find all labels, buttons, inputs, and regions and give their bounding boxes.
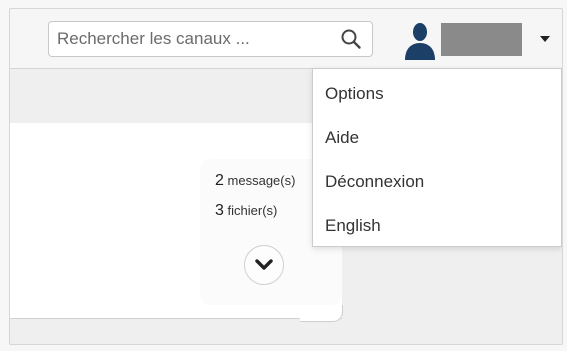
search-icon[interactable] [340,28,362,50]
app-window: 2 message(s) 3 fichier(s) Options Aide D… [9,8,563,345]
menu-item-deconnexion[interactable]: Déconnexion [325,172,424,192]
top-bar [10,9,562,69]
menu-item-aide[interactable]: Aide [325,128,359,148]
messages-count: 2 message(s) [215,172,295,190]
messages-number: 2 [215,172,224,189]
files-label: fichier(s) [227,203,278,218]
username-redacted[interactable] [441,23,522,56]
chevron-down-icon [255,259,273,270]
files-count: 3 fichier(s) [215,202,277,220]
menu-item-options[interactable]: Options [325,84,384,104]
expand-button[interactable] [244,245,284,285]
user-avatar-icon[interactable] [403,22,437,60]
search-box[interactable] [48,21,373,57]
search-input[interactable] [57,29,327,49]
card-corner [300,305,343,322]
user-menu-dropdown: Options Aide Déconnexion English [312,68,562,247]
menu-item-english[interactable]: English [325,216,381,236]
messages-label: message(s) [227,173,296,188]
chevron-down-icon[interactable] [540,36,550,42]
files-number: 3 [215,202,224,219]
